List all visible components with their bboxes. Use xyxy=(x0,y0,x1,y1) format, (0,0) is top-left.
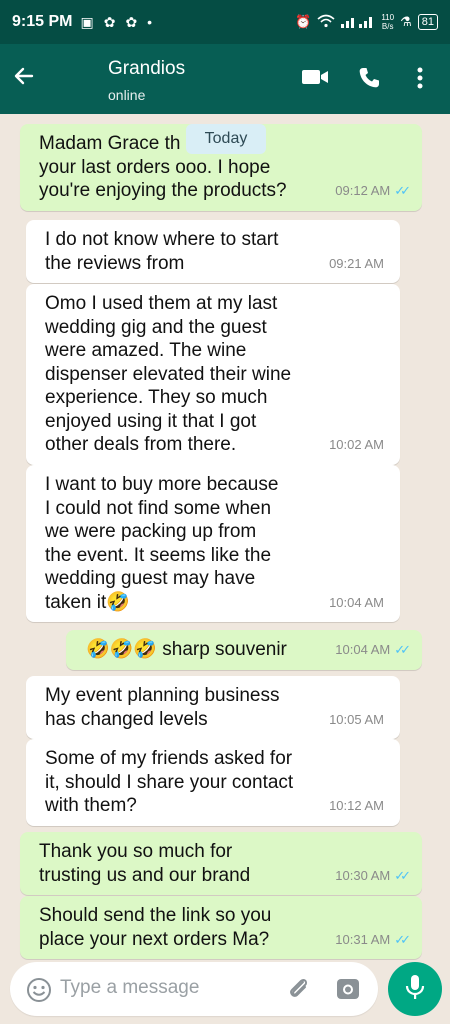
message-meta: 10:04 AM ✓✓ xyxy=(335,638,411,662)
back-arrow-icon[interactable] xyxy=(12,64,36,88)
notification-icon: ✿ xyxy=(103,13,116,30)
date-chip: Today xyxy=(186,124,266,154)
more-options-icon[interactable] xyxy=(416,66,424,95)
status-bar: 9:15 PM ▣ ✿ ✿ • ⏰ 110 B/s ⚗ 81 xyxy=(0,0,450,44)
mic-button[interactable] xyxy=(388,962,442,1016)
message-incoming[interactable]: My event planning business has changed l… xyxy=(26,676,400,739)
message-outgoing[interactable]: Thank you so much for trusting us and ou… xyxy=(20,832,422,895)
message-time: 10:30 AM xyxy=(335,867,391,883)
message-outgoing[interactable]: 🤣🤣🤣 sharp souvenir 10:04 AM ✓✓ xyxy=(66,630,422,670)
lab-icon: ⚗ xyxy=(400,14,412,29)
message-composer[interactable]: Type a message xyxy=(10,962,378,1016)
chat-header: Grandios online xyxy=(0,44,450,114)
attach-icon[interactable] xyxy=(286,976,312,1007)
message-input[interactable]: Type a message xyxy=(60,977,199,999)
message-text: 🤣🤣🤣 sharp souvenir xyxy=(86,639,287,660)
network-speed: 110 B/s xyxy=(381,13,395,31)
message-meta: 10:04 AM xyxy=(329,591,384,615)
read-ticks-icon: ✓✓ xyxy=(394,183,411,198)
message-time: 09:21 AM xyxy=(329,255,384,271)
message-time: 10:31 AM xyxy=(335,931,391,947)
status-right: ⏰ 110 B/s ⚗ 81 xyxy=(295,13,438,31)
message-meta: 10:30 AM ✓✓ xyxy=(335,864,411,888)
wifi-icon xyxy=(317,14,335,31)
message-time: 10:12 AM xyxy=(329,798,384,813)
message-meta: 09:21 AM xyxy=(329,252,384,276)
message-meta: 10:05 AM xyxy=(329,708,384,732)
message-text: Omo I used them at my last wedding gig a… xyxy=(45,293,292,455)
notification-icon: ✿ xyxy=(125,13,138,30)
notification-icon: ▣ xyxy=(80,13,94,30)
message-text: Madam Grace th or your last orders ooo. … xyxy=(39,133,287,201)
mic-icon xyxy=(404,973,426,1006)
camera-icon[interactable] xyxy=(335,976,361,1007)
read-ticks-icon: ✓✓ xyxy=(394,867,411,883)
read-ticks-icon: ✓✓ xyxy=(394,931,411,947)
battery-icon: 81 xyxy=(417,14,438,30)
message-incoming[interactable]: Omo I used them at my last wedding gig a… xyxy=(26,284,400,465)
voice-call-icon[interactable] xyxy=(357,66,381,95)
alarm-icon: ⏰ xyxy=(295,14,312,29)
message-outgoing[interactable]: Should send the link so you place your n… xyxy=(20,896,422,959)
message-meta: 10:02 AM xyxy=(329,433,384,457)
message-text: My event planning business has changed l… xyxy=(45,685,280,730)
video-call-icon[interactable] xyxy=(301,66,329,93)
message-time: 10:02 AM xyxy=(329,437,384,452)
contact-name[interactable]: Grandios xyxy=(108,58,185,80)
message-text: I want to buy more because I could not f… xyxy=(45,474,279,613)
emoji-icon[interactable] xyxy=(26,977,52,1008)
notification-dot-icon: • xyxy=(147,14,153,30)
message-incoming[interactable]: I do not know where to start the reviews… xyxy=(26,220,400,283)
message-incoming[interactable]: I want to buy more because I could not f… xyxy=(26,465,400,622)
message-text: Some of my friends asked for it, should … xyxy=(45,748,294,816)
message-time: 10:05 AM xyxy=(329,711,384,727)
contact-status: online xyxy=(108,87,146,103)
status-time: 9:15 PM xyxy=(12,13,73,30)
message-time: 10:04 AM xyxy=(335,642,391,657)
message-time: 10:04 AM xyxy=(329,594,384,610)
message-meta: 10:31 AM ✓✓ xyxy=(335,928,411,952)
message-meta: 10:12 AM xyxy=(329,794,384,818)
read-ticks-icon: ✓✓ xyxy=(394,642,411,657)
message-text: Thank you so much for trusting us and ou… xyxy=(39,841,251,886)
message-incoming[interactable]: Some of my friends asked for it, should … xyxy=(26,739,400,826)
signal-icon xyxy=(341,14,375,31)
message-list[interactable]: Madam Grace th or your last orders ooo. … xyxy=(0,114,450,960)
message-text: I do not know where to start the reviews… xyxy=(45,229,279,274)
message-meta: 09:12 AM ✓✓ xyxy=(335,179,411,203)
message-text: Should send the link so you place your n… xyxy=(39,905,272,950)
message-time: 09:12 AM xyxy=(335,183,391,198)
